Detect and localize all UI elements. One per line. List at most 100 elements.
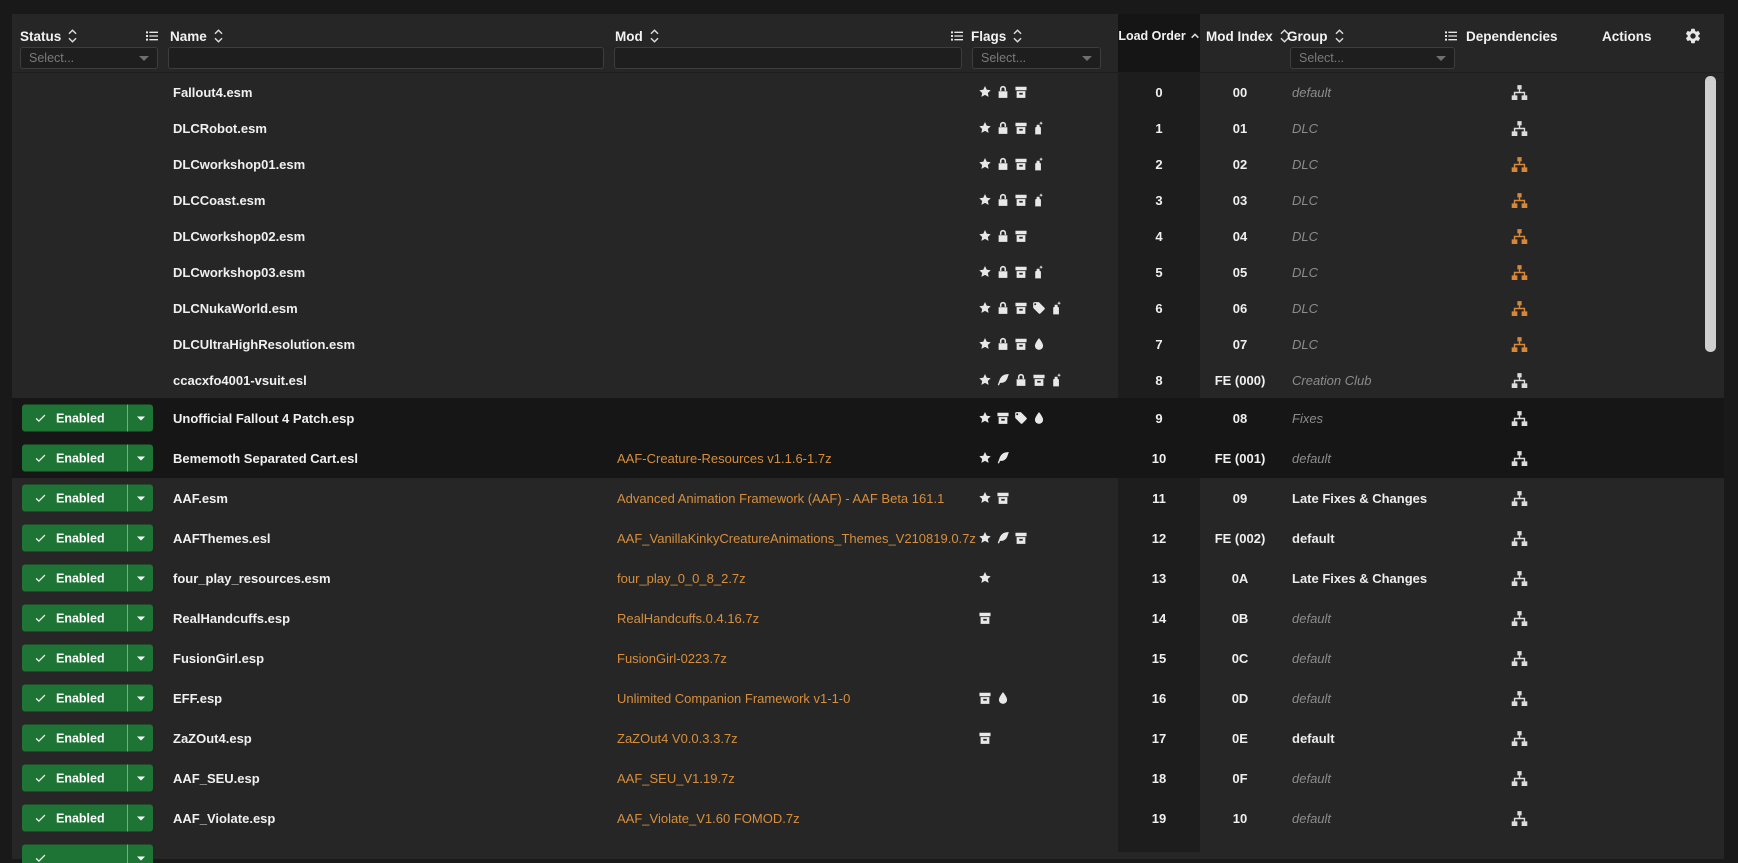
plugin-row[interactable]: EnabledEFF.espUnlimited Companion Framew… bbox=[12, 678, 1724, 718]
star-icon bbox=[978, 121, 992, 135]
status-dropdown-caret[interactable] bbox=[127, 645, 153, 672]
mod-link[interactable]: AAF_Violate_V1.60 FOMOD.7z bbox=[617, 798, 800, 838]
plugin-status-enabled-button[interactable]: Enabled bbox=[22, 805, 153, 832]
dependencies-cell[interactable] bbox=[1511, 558, 1528, 598]
dependencies-cell[interactable] bbox=[1511, 638, 1528, 678]
plugin-row[interactable]: EnabledBememoth Separated Cart.eslAAF-Cr… bbox=[12, 438, 1724, 478]
mod-link[interactable]: AAF-Creature-Resources v1.1.6-1.7z bbox=[617, 438, 832, 478]
plugin-row[interactable]: EnabledAAF_Violate.espAAF_Violate_V1.60 … bbox=[12, 798, 1724, 838]
mod-link[interactable]: FusionGirl-0223.7z bbox=[617, 638, 727, 678]
mod-link[interactable]: Advanced Animation Framework (AAF) - AAF… bbox=[617, 478, 944, 518]
plugin-row[interactable]: Enabledfour_play_resources.esmfour_play_… bbox=[12, 558, 1724, 598]
plugin-status-enabled-button[interactable]: Enabled bbox=[22, 605, 153, 632]
plugin-status-enabled-button[interactable] bbox=[22, 845, 153, 863]
status-dropdown-caret[interactable] bbox=[127, 605, 153, 632]
status-dropdown-caret[interactable] bbox=[127, 725, 153, 752]
mod-link[interactable]: RealHandcuffs.0.4.16.7z bbox=[617, 598, 759, 638]
dependencies-cell[interactable] bbox=[1511, 398, 1528, 438]
star-icon bbox=[978, 571, 992, 585]
status-dropdown-caret[interactable] bbox=[127, 845, 153, 863]
dependencies-cell[interactable] bbox=[1511, 478, 1528, 518]
plugin-row[interactable]: EnabledAAF_SEU.espAAF_SEU_V1.19.7z180Fde… bbox=[12, 758, 1724, 798]
plugin-row[interactable]: EnabledRealHandcuffs.espRealHandcuffs.0.… bbox=[12, 598, 1724, 638]
vertical-scrollbar-thumb[interactable] bbox=[1705, 76, 1716, 352]
mod-link[interactable]: AAF_VanillaKinkyCreatureAnimations_Theme… bbox=[617, 518, 976, 558]
dependencies-cell[interactable] bbox=[1511, 218, 1528, 254]
plugin-status-enabled-button[interactable]: Enabled bbox=[22, 525, 153, 552]
plugin-group: Creation Club bbox=[1292, 362, 1372, 398]
mod-index-value: 03 bbox=[1200, 182, 1280, 218]
mod-index-value: FE (000) bbox=[1200, 362, 1280, 398]
status-dropdown-caret[interactable] bbox=[127, 405, 153, 432]
plugin-row-partial[interactable] bbox=[12, 838, 1724, 863]
status-dropdown-caret[interactable] bbox=[127, 765, 153, 792]
lock-icon bbox=[996, 85, 1010, 99]
plugin-row[interactable]: DLCUltraHighResolution.esm707DLC bbox=[12, 326, 1724, 362]
plugin-row[interactable]: EnabledAAFThemes.eslAAF_VanillaKinkyCrea… bbox=[12, 518, 1724, 558]
mod-link[interactable]: Unlimited Companion Framework v1-1-0 bbox=[617, 678, 850, 718]
plugin-status-enabled-button[interactable]: Enabled bbox=[22, 725, 153, 752]
plugin-row[interactable]: ccacxfo4001-vsuit.esl8FE (000)Creation C… bbox=[12, 362, 1724, 398]
archive-icon bbox=[978, 731, 992, 745]
status-button-label: Enabled bbox=[56, 531, 127, 545]
plugin-row[interactable]: EnabledFusionGirl.espFusionGirl-0223.7z1… bbox=[12, 638, 1724, 678]
dependencies-cell[interactable] bbox=[1511, 518, 1528, 558]
plugin-row[interactable]: DLCRobot.esm101DLC bbox=[12, 110, 1724, 146]
chevron-down-icon bbox=[137, 536, 145, 540]
plugin-row[interactable]: EnabledZaZOut4.espZaZOut4 V0.0.3.3.7z170… bbox=[12, 718, 1724, 758]
plugin-row[interactable]: EnabledAAF.esmAdvanced Animation Framewo… bbox=[12, 478, 1724, 518]
chevron-down-icon bbox=[137, 696, 145, 700]
plugin-status-enabled-button[interactable]: Enabled bbox=[22, 405, 153, 432]
plugin-row[interactable]: DLCworkshop02.esm404DLC bbox=[12, 218, 1724, 254]
plugin-flags bbox=[978, 146, 1046, 182]
mod-index-value: 08 bbox=[1200, 398, 1280, 438]
plugin-status-enabled-button[interactable]: Enabled bbox=[22, 565, 153, 592]
mod-link[interactable]: four_play_0_0_8_2.7z bbox=[617, 558, 746, 598]
status-dropdown-caret[interactable] bbox=[127, 565, 153, 592]
plugin-row[interactable]: DLCCoast.esm303DLC bbox=[12, 182, 1724, 218]
plugin-row[interactable]: DLCNukaWorld.esm606DLC bbox=[12, 290, 1724, 326]
status-dropdown-caret[interactable] bbox=[127, 445, 153, 472]
lock-icon bbox=[996, 121, 1010, 135]
dependencies-cell[interactable] bbox=[1511, 254, 1528, 290]
dependencies-cell[interactable] bbox=[1511, 326, 1528, 362]
dependencies-cell[interactable] bbox=[1511, 110, 1528, 146]
plugin-row[interactable]: DLCworkshop03.esm505DLC bbox=[12, 254, 1724, 290]
dependencies-cell[interactable] bbox=[1511, 718, 1528, 758]
plugin-row[interactable]: DLCworkshop01.esm202DLC bbox=[12, 146, 1724, 182]
plugin-status-enabled-button[interactable]: Enabled bbox=[22, 485, 153, 512]
plugin-status-enabled-button[interactable]: Enabled bbox=[22, 765, 153, 792]
star-icon bbox=[978, 157, 992, 171]
mod-index-value: FE (001) bbox=[1200, 438, 1280, 478]
status-dropdown-caret[interactable] bbox=[127, 485, 153, 512]
dependencies-cell[interactable] bbox=[1511, 182, 1528, 218]
plugin-row[interactable]: EnabledUnofficial Fallout 4 Patch.esp908… bbox=[12, 398, 1724, 438]
archive-icon bbox=[1014, 301, 1028, 315]
plugin-row[interactable]: Fallout4.esm000default bbox=[12, 74, 1724, 110]
plugin-status-enabled-button[interactable]: Enabled bbox=[22, 685, 153, 712]
dependencies-cell[interactable] bbox=[1511, 798, 1528, 838]
status-dropdown-caret[interactable] bbox=[127, 525, 153, 552]
check-icon bbox=[34, 852, 47, 863]
dependencies-cell[interactable] bbox=[1511, 362, 1528, 398]
plugin-group: default bbox=[1292, 798, 1331, 838]
dependencies-cell[interactable] bbox=[1511, 758, 1528, 798]
status-dropdown-caret[interactable] bbox=[127, 805, 153, 832]
plugin-status-enabled-button[interactable]: Enabled bbox=[22, 645, 153, 672]
dependencies-cell[interactable] bbox=[1511, 438, 1528, 478]
dependencies-cell[interactable] bbox=[1511, 146, 1528, 182]
dependencies-cell[interactable] bbox=[1511, 678, 1528, 718]
mod-link[interactable]: AAF_SEU_V1.19.7z bbox=[617, 758, 735, 798]
star-icon bbox=[978, 531, 992, 545]
plugin-status-enabled-button[interactable]: Enabled bbox=[22, 445, 153, 472]
plugins-table-page: Status Name Mod Flags Load Order Mod Ind… bbox=[0, 0, 1738, 863]
sitemap-dependencies-icon bbox=[1511, 156, 1528, 173]
status-dropdown-caret[interactable] bbox=[127, 685, 153, 712]
archive-icon bbox=[1014, 85, 1028, 99]
dependencies-cell[interactable] bbox=[1511, 74, 1528, 110]
plugin-flags bbox=[978, 678, 1010, 718]
mod-link[interactable]: ZaZOut4 V0.0.3.3.7z bbox=[617, 718, 738, 758]
dependencies-cell[interactable] bbox=[1511, 598, 1528, 638]
dependencies-cell[interactable] bbox=[1511, 290, 1528, 326]
sitemap-dependencies-icon bbox=[1511, 450, 1528, 467]
